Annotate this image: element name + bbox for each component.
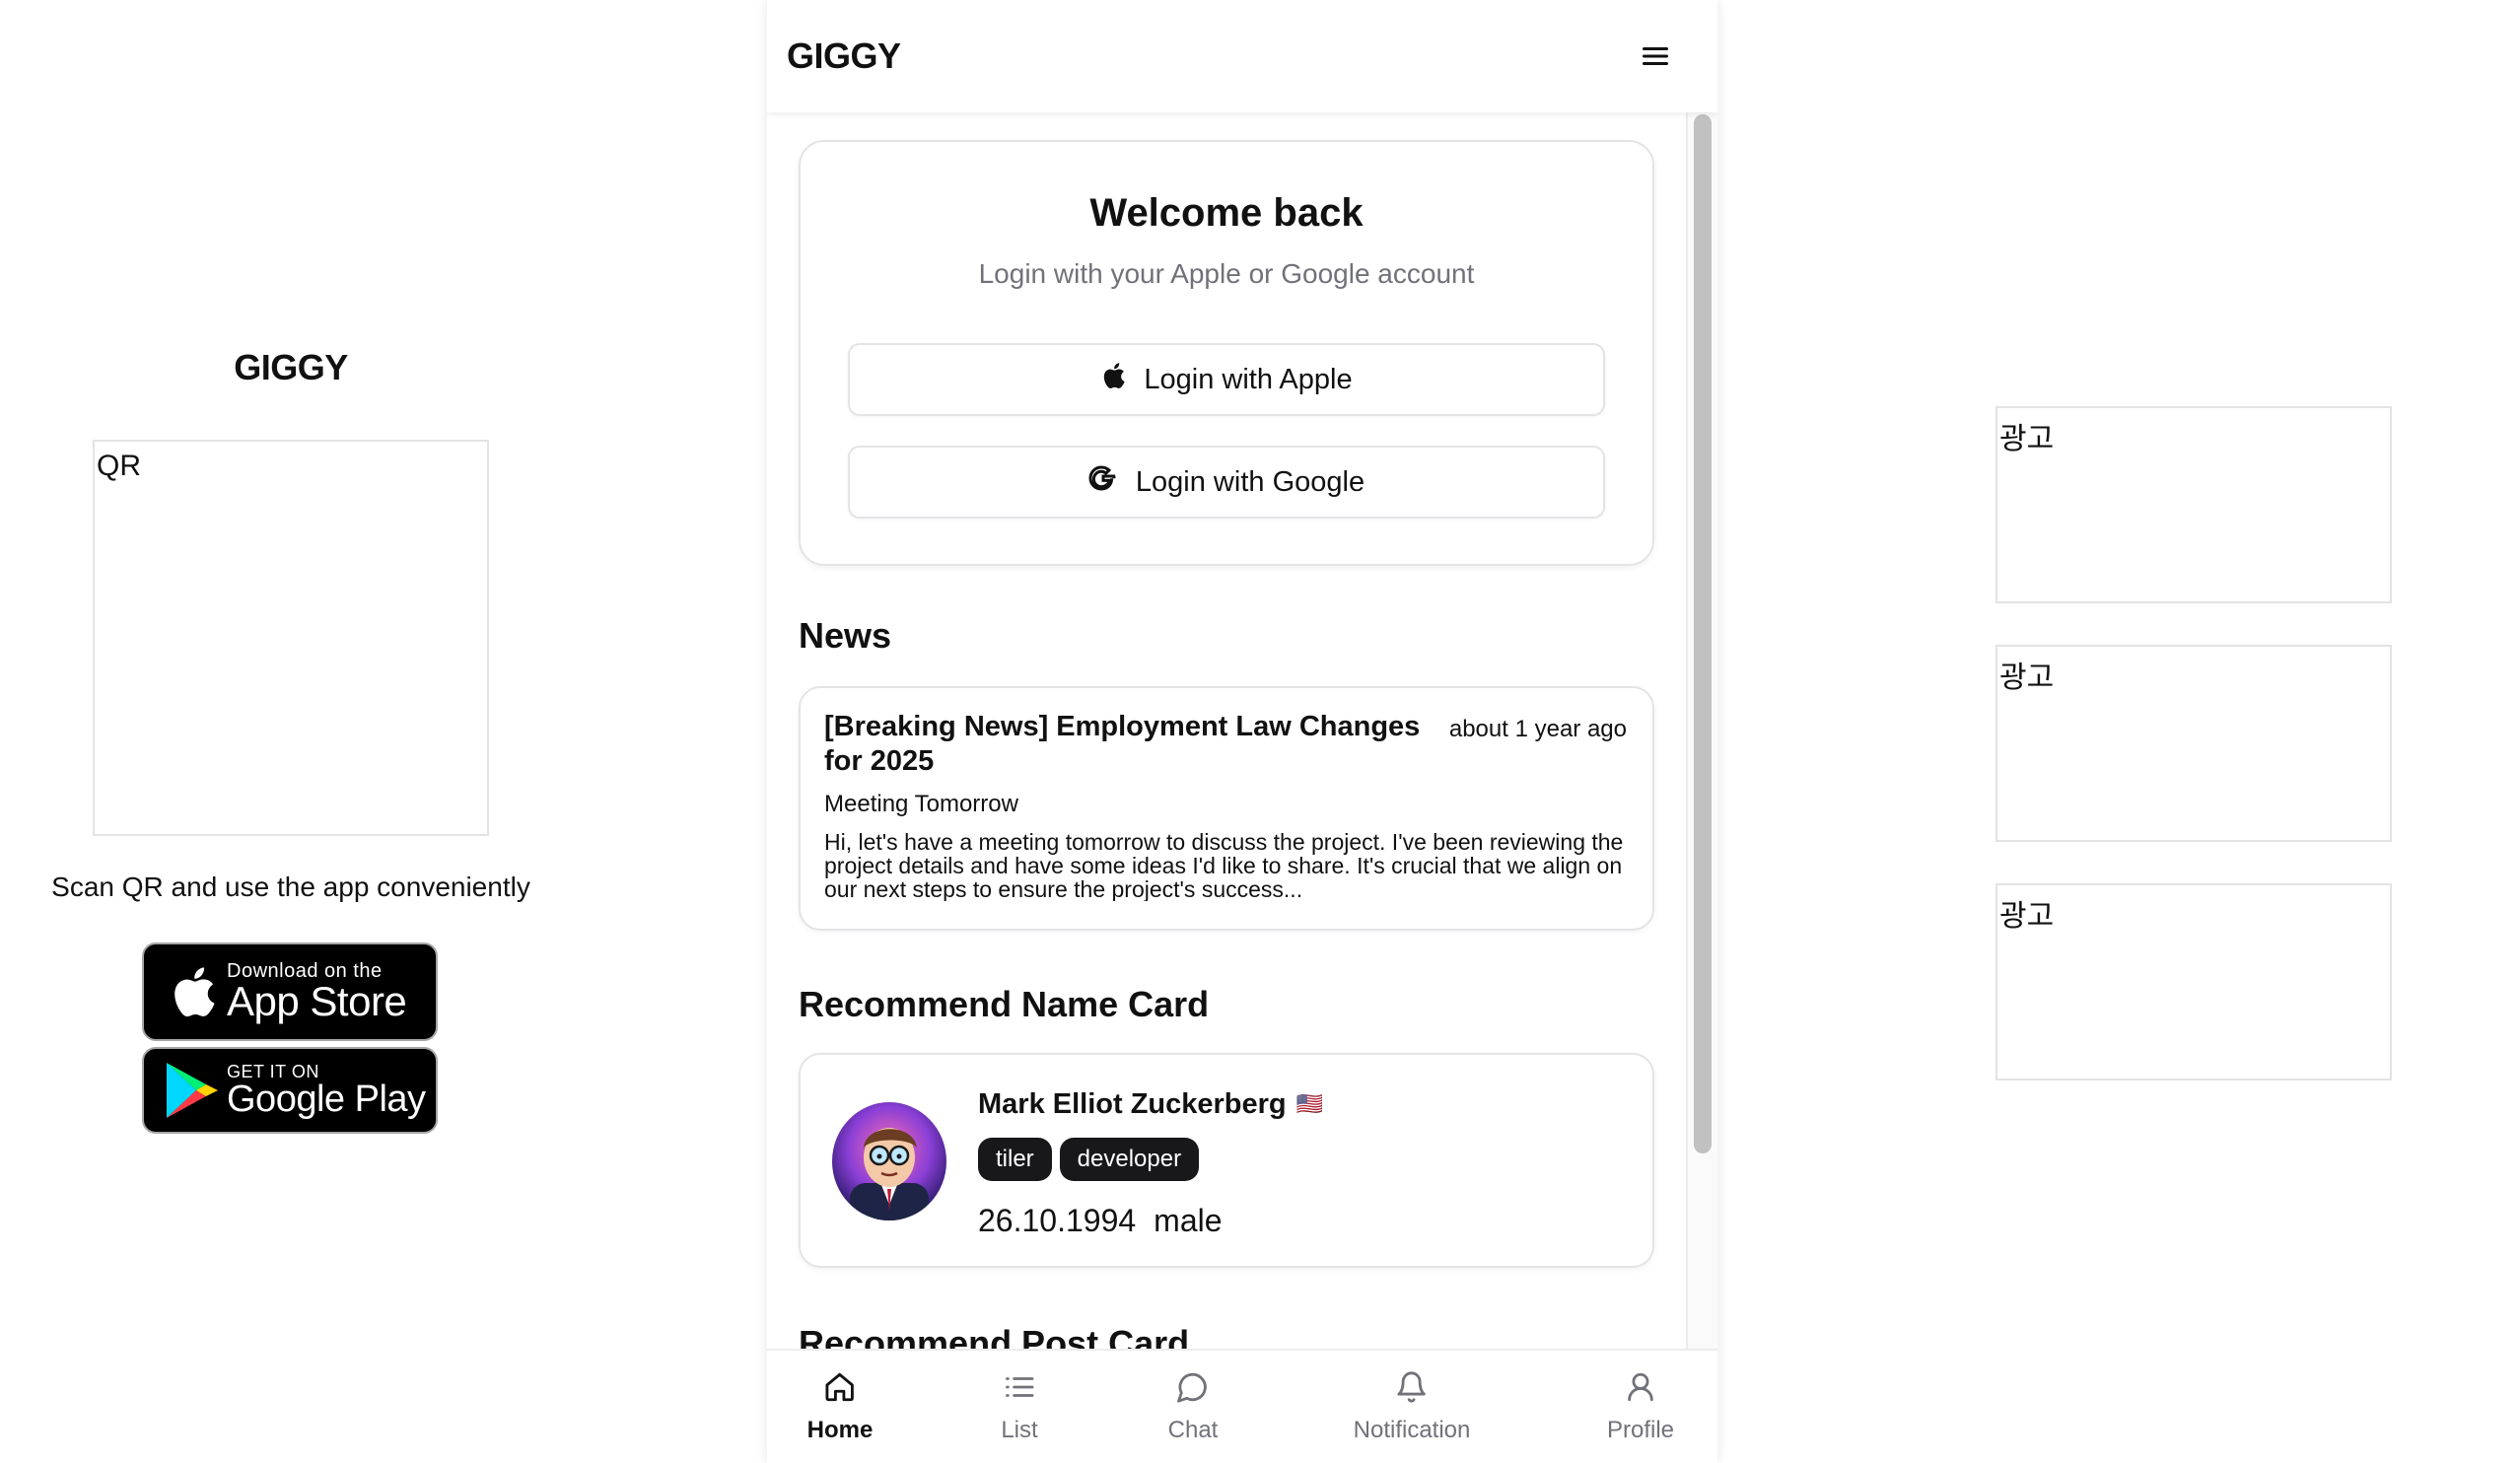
- login-title: Welcome back: [1089, 191, 1364, 235]
- apple-logo-icon: [158, 963, 227, 1020]
- google-play-logo-icon: [158, 1061, 227, 1120]
- nav-notification[interactable]: Notification: [1353, 1370, 1471, 1444]
- apple-logo-icon: [1100, 361, 1126, 398]
- login-card: Welcome back Login with your Apple or Go…: [799, 140, 1654, 566]
- ad-label: 광고: [1999, 899, 2055, 934]
- nav-notification-label: Notification: [1353, 1417, 1471, 1443]
- app-header: GIGGY: [767, 0, 1717, 112]
- qr-code-box: QR: [93, 440, 489, 836]
- nav-list[interactable]: List: [1001, 1370, 1038, 1444]
- ad-slot[interactable]: 광고: [1995, 645, 2392, 842]
- scan-qr-text: Scan QR and use the app conveniently: [51, 871, 530, 902]
- ad-label: 광고: [1999, 661, 2055, 695]
- app-store-big-text: App Store: [227, 978, 407, 1024]
- nav-profile[interactable]: Profile: [1607, 1370, 1674, 1444]
- name-card-tags: tiler developer: [978, 1138, 1200, 1181]
- scrollbar-thumb[interactable]: [1694, 114, 1712, 1153]
- news-timestamp: about 1 year ago: [1448, 716, 1627, 742]
- nav-chat-label: Chat: [1167, 1417, 1219, 1443]
- news-subtitle: Meeting Tomorrow: [824, 791, 1018, 817]
- name-card-gender: male: [1154, 1203, 1223, 1238]
- ad-slot[interactable]: 광고: [1995, 883, 2392, 1080]
- us-flag-icon: 🇺🇸: [1295, 1092, 1324, 1117]
- login-subtitle: Login with your Apple or Google account: [978, 258, 1475, 289]
- login-with-google-label: Login with Google: [1135, 465, 1365, 498]
- nav-profile-label: Profile: [1606, 1417, 1675, 1443]
- news-body: Hi, let's have a meeting tomorrow to dis…: [824, 830, 1624, 901]
- google-logo-icon: [1088, 463, 1118, 501]
- promo-brand-logo: GIGGY: [234, 347, 348, 387]
- login-with-apple-label: Login with Apple: [1144, 363, 1353, 395]
- name-card-meta: 26.10.1994 male: [978, 1203, 1223, 1239]
- google-play-badge[interactable]: GET IT ON Google Play: [142, 1047, 438, 1134]
- login-with-apple-button[interactable]: Login with Apple: [848, 343, 1605, 416]
- bell-icon: [1395, 1370, 1429, 1411]
- name-card-birthdate: 26.10.1994: [978, 1203, 1137, 1238]
- nav-list-label: List: [1001, 1417, 1038, 1443]
- ad-slot[interactable]: 광고: [1995, 406, 2392, 603]
- nav-home-label: Home: [806, 1417, 874, 1443]
- login-with-google-button[interactable]: Login with Google: [848, 446, 1605, 519]
- news-card[interactable]: [Breaking News] Employment Law Changes f…: [799, 686, 1654, 931]
- user-icon: [1624, 1370, 1657, 1411]
- name-card[interactable]: Mark Elliot Zuckerberg 🇺🇸 tiler develope…: [799, 1053, 1654, 1268]
- bottom-navigation: Home List Chat Notification Profile: [767, 1349, 1717, 1463]
- mobile-app-frame: GIGGY Welcome back Login with your Apple…: [767, 0, 1717, 1463]
- qr-label: QR: [97, 450, 141, 482]
- news-title: [Breaking News] Employment Law Changes f…: [824, 711, 1421, 777]
- chat-icon: [1176, 1370, 1210, 1411]
- name-card-section-title: Recommend Name Card: [799, 984, 1210, 1024]
- name-card-name-text: Mark Elliot Zuckerberg: [978, 1088, 1287, 1120]
- avatar: [832, 1102, 946, 1220]
- app-store-badge[interactable]: Download on the App Store: [142, 942, 438, 1041]
- nav-home[interactable]: Home: [806, 1370, 874, 1444]
- name-card-name: Mark Elliot Zuckerberg 🇺🇸: [978, 1088, 1323, 1121]
- list-icon: [1003, 1370, 1036, 1411]
- tag-badge: tiler: [978, 1138, 1052, 1181]
- news-section-title: News: [799, 615, 892, 656]
- nav-chat[interactable]: Chat: [1167, 1370, 1219, 1444]
- tag-badge: developer: [1059, 1138, 1200, 1181]
- ad-label: 광고: [1999, 422, 2055, 456]
- hamburger-menu-icon[interactable]: [1639, 39, 1672, 73]
- home-icon: [823, 1370, 857, 1411]
- app-logo[interactable]: GIGGY: [787, 35, 901, 77]
- google-play-big-text: Google Play: [227, 1079, 426, 1120]
